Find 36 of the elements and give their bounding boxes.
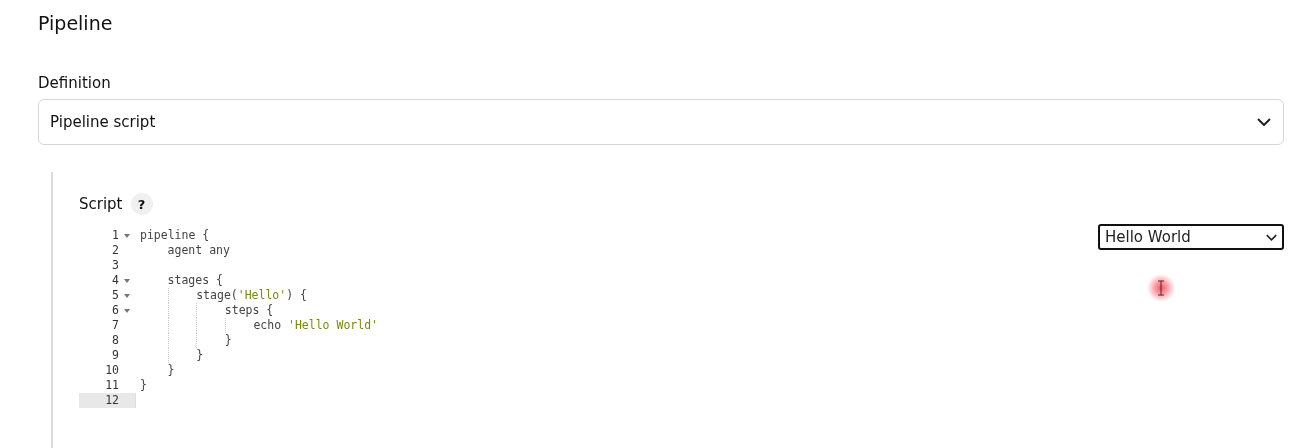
line-gutter: 6: [79, 303, 135, 318]
text-cursor-icon: [1147, 274, 1175, 302]
code-line: }: [196, 348, 204, 363]
code-editor[interactable]: 1 pipeline { 2 agent any 3 4 stages { 5 stage('Hello') { 6 steps { 7 echo 'Hello World' 8 } 9 } 10 } 11 } 12: [79, 224, 1098, 408]
line-gutter: 11: [104, 378, 120, 393]
sample-dropdown[interactable]: Hello World: [1098, 224, 1284, 250]
code-line: pipeline {: [140, 228, 210, 243]
line-gutter: 1: [79, 228, 135, 243]
definition-dropdown[interactable]: Pipeline script: [38, 99, 1284, 145]
line-gutter: 4: [79, 273, 135, 288]
fold-arrow-icon[interactable]: [124, 293, 130, 298]
code-line: }: [224, 333, 232, 348]
code-line: echo 'Hello World': [253, 318, 378, 333]
code-line: stage('Hello') {: [196, 288, 307, 303]
line-gutter: 3: [111, 258, 120, 273]
fold-arrow-icon[interactable]: [124, 308, 130, 313]
line-gutter: 2: [111, 243, 120, 258]
help-button[interactable]: ?: [130, 193, 153, 215]
code-line: agent any: [167, 243, 230, 258]
fold-arrow-icon[interactable]: [124, 278, 130, 283]
line-gutter: 8: [111, 333, 120, 348]
code-line: }: [140, 378, 147, 393]
line-gutter: 5: [79, 288, 135, 303]
code-line: }: [167, 363, 175, 378]
code-line: stages {: [167, 273, 223, 288]
chevron-down-icon: [1257, 118, 1271, 126]
field-label: Script: [79, 195, 123, 213]
chevron-down-icon: [1266, 233, 1277, 241]
section-title: Pipeline: [38, 11, 114, 36]
field-label: Definition: [38, 73, 112, 93]
code-line: steps {: [224, 303, 274, 318]
line-gutter: 7: [111, 318, 120, 333]
line-gutter: 10: [104, 363, 120, 378]
line-gutter: 12: [79, 393, 135, 408]
line-gutter: 9: [111, 348, 120, 363]
fold-arrow-icon[interactable]: [124, 233, 130, 238]
